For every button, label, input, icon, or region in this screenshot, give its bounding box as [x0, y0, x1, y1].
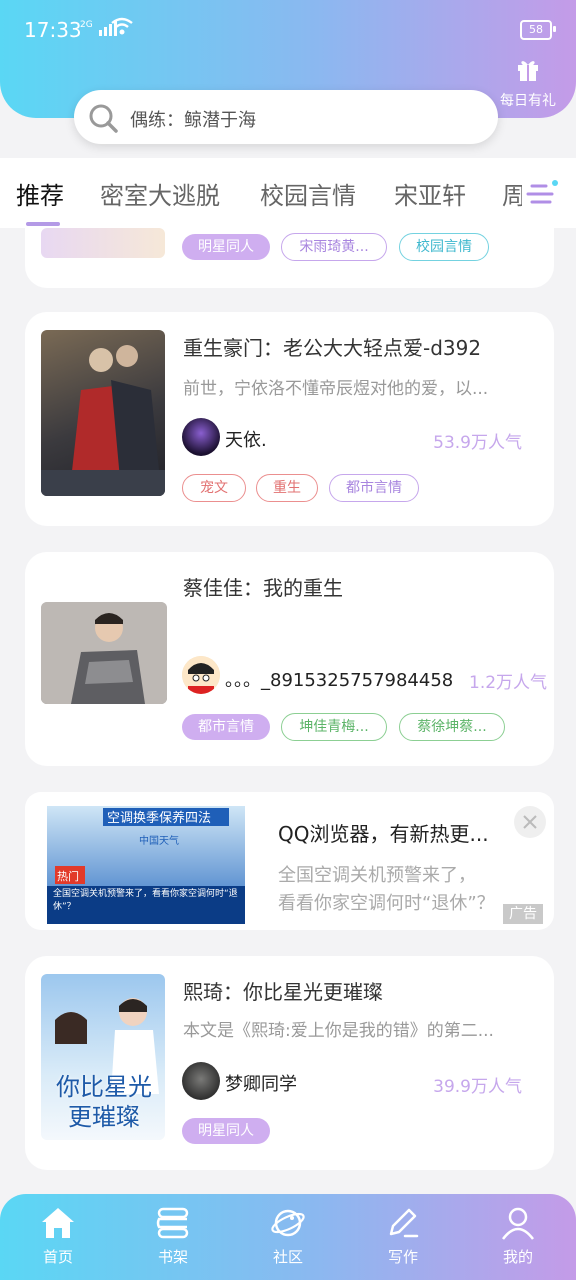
nav-label: 首页 [42, 1248, 73, 1266]
book-title: 重生豪门：老公大大轻点爱-d392 [183, 336, 482, 360]
tag: 蔡徐坤蔡... [399, 713, 505, 741]
signal-label: 2G [80, 20, 93, 30]
write-icon [389, 1208, 419, 1238]
tab-campus-romance[interactable]: 校园言情 [260, 176, 356, 211]
close-icon [523, 815, 537, 829]
bookshelf-icon [156, 1207, 189, 1239]
popularity-count: 53.9万人气 [433, 433, 522, 453]
bottom-navigation: 首页 书架 社区 写作 我的 [0, 1194, 576, 1280]
ad-image-hot: 热门 [57, 869, 79, 883]
ad-description: 全国空调关机预警来了， 看看你家空调何时“退休”？ [278, 862, 495, 918]
tab-recommend[interactable]: 推荐 [16, 176, 64, 211]
tag: 坤佳青梅... [281, 713, 387, 741]
book-cover [41, 330, 165, 496]
author-avatar [182, 1062, 220, 1100]
gift-label: 每日有礼 [500, 93, 556, 109]
ad-badge: 广告 [503, 904, 543, 924]
profile-icon [502, 1207, 534, 1240]
search-bar[interactable]: 偶练：鲸潜于海 [74, 90, 498, 144]
book-cover: 你比星光更璀璨 [41, 974, 165, 1140]
nav-community[interactable]: 社区 [248, 1206, 328, 1267]
book-description: 前世，宁依洛不懂帝辰煜对他的爱，以... [183, 379, 489, 399]
daily-gift-button[interactable]: 每日有礼 [496, 56, 560, 110]
nav-home[interactable]: 首页 [18, 1206, 98, 1267]
author-avatar [182, 656, 220, 694]
author-name: 梦卿同学 [225, 1074, 297, 1095]
ad-desc-line: 看看你家空调何时“退休”？ [278, 893, 495, 914]
nav-profile[interactable]: 我的 [478, 1206, 558, 1267]
battery-indicator: 58 [520, 20, 552, 40]
popularity-count: 1.2万人气 [469, 673, 548, 693]
community-icon [271, 1209, 305, 1237]
active-tab-indicator [26, 222, 60, 226]
popularity-count: 39.9万人气 [433, 1077, 522, 1097]
book-cover [41, 602, 167, 704]
ad-image-banner: 空调换季保养四法 [107, 810, 211, 826]
wifi-icon [110, 16, 134, 40]
gift-icon [518, 61, 538, 81]
search-icon [89, 104, 118, 133]
ad-title: QQ浏览器，有新热更... [278, 822, 489, 846]
book-description: 本文是《熙琦:爱上你是我的错》的第二... [183, 1021, 494, 1041]
ad-image-caption: 全国空调关机预警来了，看看你家空调何时“退休”？ [53, 889, 238, 912]
book-card[interactable]: 蔡佳佳：我的重生 。。。_8915325757984458 1.2万人气 都市言… [25, 552, 554, 766]
book-cover [41, 228, 165, 258]
tag: 校园言情 [399, 233, 489, 261]
nav-label: 写作 [387, 1248, 418, 1266]
ad-close-button[interactable] [514, 806, 546, 838]
tag: 都市言情 [329, 474, 419, 502]
ad-image-source: 中国天气 [139, 834, 179, 847]
tag: 宋雨琦黄... [281, 233, 387, 261]
author-name: 天依. [225, 430, 267, 451]
nav-bookshelf[interactable]: 书架 [133, 1206, 213, 1267]
tag: 重生 [256, 474, 318, 502]
search-placeholder: 偶练：鲸潜于海 [130, 110, 256, 131]
book-card[interactable]: 明星同人 宋雨琦黄... 校园言情 [25, 228, 554, 288]
nav-label: 我的 [502, 1248, 533, 1266]
book-title: 熙琦：你比星光更璀璨 [183, 980, 383, 1004]
tab-song-yaxuan[interactable]: 宋亚轩 [394, 176, 466, 211]
battery-nub [553, 26, 556, 32]
home-icon [42, 1208, 74, 1238]
book-card[interactable]: 重生豪门：老公大大轻点爱-d392 前世，宁依洛不懂帝辰煜对他的爱，以... 天… [25, 312, 554, 526]
book-card[interactable]: 你比星光更璀璨 熙琦：你比星光更璀璨 本文是《熙琦:爱上你是我的错》的第二...… [25, 956, 554, 1170]
category-tabs: 推荐 密室大逃脱 校园言情 宋亚轩 周深 [0, 158, 576, 228]
tab-escape-room[interactable]: 密室大逃脱 [100, 176, 220, 211]
nav-write[interactable]: 写作 [363, 1206, 443, 1267]
author-avatar [182, 418, 220, 456]
category-menu-icon[interactable] [522, 174, 562, 214]
cover-title: 你比星光更璀璨 [56, 1073, 152, 1131]
book-title: 蔡佳佳：我的重生 [183, 576, 343, 600]
status-time: 17:33 [24, 18, 82, 42]
tag: 明星同人 [182, 234, 270, 260]
tag: 宠文 [182, 474, 246, 502]
tag: 都市言情 [182, 714, 270, 740]
nav-label: 社区 [272, 1248, 303, 1266]
nav-label: 书架 [157, 1248, 188, 1266]
ad-image: 空调换季保养四法 中国天气 热门 全国空调关机预警来了，看看你家空调何时“退休”… [47, 806, 245, 924]
tag: 明星同人 [182, 1118, 270, 1144]
ad-desc-line: 全国空调关机预警来了， [278, 865, 476, 886]
author-name: 。。。_8915325757984458 [225, 670, 454, 691]
ad-card[interactable]: 空调换季保养四法 中国天气 热门 全国空调关机预警来了，看看你家空调何时“退休”… [25, 792, 554, 930]
